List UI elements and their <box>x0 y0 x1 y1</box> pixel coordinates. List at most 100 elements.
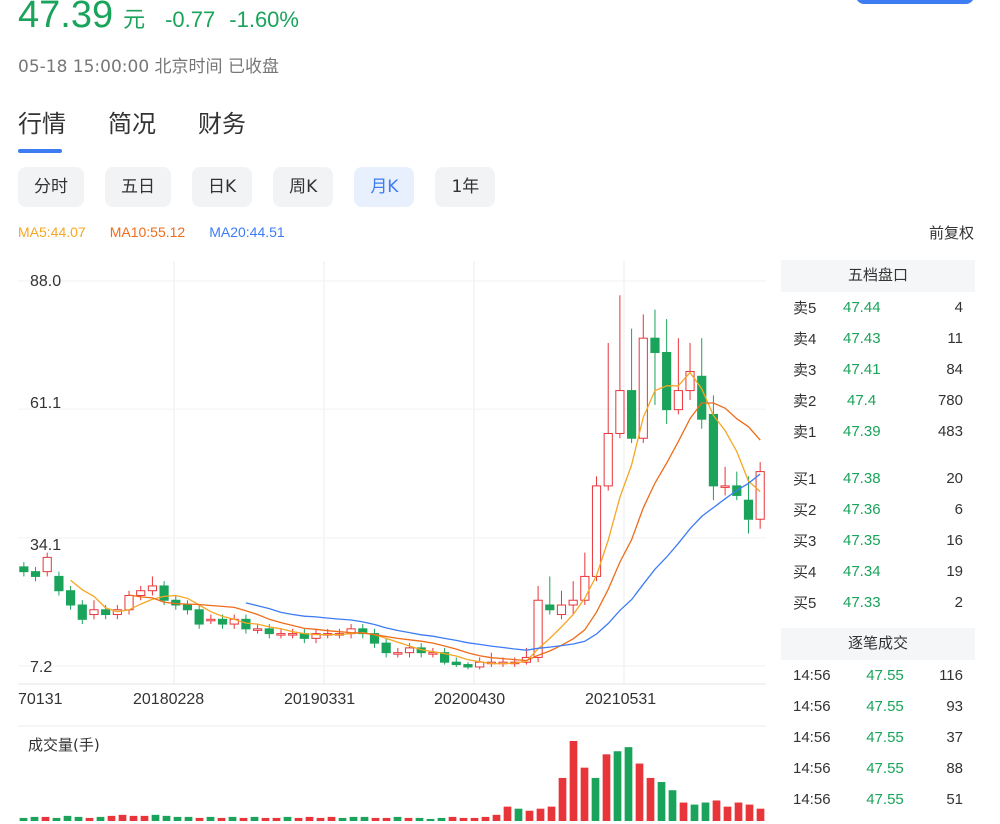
bid-price: 47.35 <box>843 532 881 549</box>
volume-bar <box>272 817 281 821</box>
current-price: 47.39 <box>18 0 114 36</box>
ma10-value: MA10:55.12 <box>109 224 186 240</box>
ask-volume: 780 <box>937 392 963 409</box>
volume-bar <box>723 806 732 821</box>
ask-row: 卖4 47.43 11 <box>781 323 975 354</box>
period-five-day[interactable]: 五日 <box>105 167 171 207</box>
trade-price: 47.55 <box>866 791 904 808</box>
bid-volume: 2 <box>954 594 963 611</box>
x-axis-labels: 70131 20180228 20190331 20200430 2021053… <box>18 691 656 708</box>
ask-label: 卖5 <box>793 300 817 317</box>
tab-quote[interactable]: 行情 <box>18 104 66 153</box>
ask-label: 卖2 <box>793 393 817 410</box>
trade-price: 47.55 <box>866 760 904 777</box>
trade-time: 14:56 <box>793 667 831 684</box>
candle-body <box>545 604 555 611</box>
period-monthly-k[interactable]: 月K <box>354 167 415 207</box>
volume-bar <box>437 817 446 821</box>
period-intraday[interactable]: 分时 <box>18 167 84 207</box>
bid-volume: 16 <box>946 532 963 549</box>
trade-price: 47.55 <box>866 667 904 684</box>
volume-bar <box>327 816 336 821</box>
trade-volume: 51 <box>946 791 963 808</box>
tab-finance[interactable]: 财务 <box>198 104 246 153</box>
candle-body <box>673 390 683 411</box>
kline-chart-svg: 88.0 61.1 34.1 7.2 70131 20180228 201903… <box>18 261 766 821</box>
volume-bar <box>52 817 61 821</box>
volume-bar <box>514 808 523 821</box>
trade-volume: 88 <box>946 760 963 777</box>
candle-body <box>615 390 625 434</box>
period-daily-k[interactable]: 日K <box>192 167 253 207</box>
candle-body <box>591 485 602 577</box>
volume-bar <box>613 751 622 821</box>
candle-body <box>697 375 707 420</box>
ask-row: 卖3 47.41 84 <box>781 354 975 385</box>
trade-time: 14:56 <box>793 760 831 777</box>
x-tick-label: 20180228 <box>133 691 204 708</box>
volume-bar <box>283 816 292 821</box>
bid-price: 47.36 <box>843 501 881 518</box>
ask-volume: 84 <box>946 361 963 378</box>
candle-body <box>89 609 99 616</box>
ask-label: 卖4 <box>793 331 817 348</box>
adjust-toggle[interactable]: 前复权 <box>929 222 974 243</box>
bid-row: 买2 47.36 6 <box>781 494 975 525</box>
volume-bar <box>536 808 545 821</box>
candle-body <box>77 604 87 620</box>
bid-row: 买1 47.38 20 <box>781 463 975 494</box>
volume-bar <box>19 817 28 821</box>
volume-bar <box>140 815 149 821</box>
volume-bar <box>558 777 567 821</box>
volume-bar <box>569 741 578 821</box>
candle-body <box>159 585 169 601</box>
trade-volume: 37 <box>946 729 963 746</box>
candle-body <box>264 628 274 635</box>
volume-bar <box>261 817 270 821</box>
price-unit: 元 <box>123 8 146 33</box>
volume-bar <box>96 816 105 821</box>
volume-bar <box>690 804 699 821</box>
period-one-year[interactable]: 1年 <box>435 167 496 207</box>
volume-bar <box>338 817 347 821</box>
candle-body <box>241 618 251 630</box>
volume-bar <box>316 817 325 821</box>
ask-volume: 11 <box>947 330 963 347</box>
ask-price: 47.43 <box>843 330 881 347</box>
candles-group <box>19 295 765 670</box>
bid-price: 47.34 <box>843 563 881 580</box>
candle-body <box>136 590 146 596</box>
bid-volume: 6 <box>954 501 963 518</box>
period-weekly-k[interactable]: 周K <box>273 167 334 207</box>
candle-body <box>404 647 415 654</box>
volume-bar <box>503 806 512 821</box>
volume-bar <box>448 816 457 821</box>
top-action-button[interactable] <box>856 0 974 4</box>
candle-body <box>393 652 403 655</box>
kline-chart[interactable]: 88.0 61.1 34.1 7.2 70131 20180228 201903… <box>0 256 770 824</box>
volume-bar <box>85 817 94 821</box>
main-tabs: 行情 简况 财务 <box>18 104 246 153</box>
candle-body <box>42 556 52 573</box>
candle-body <box>19 566 29 573</box>
volume-bar <box>250 816 259 821</box>
candle-body <box>451 661 461 666</box>
volume-bar <box>305 816 314 821</box>
trade-row: 14:56 47.55 88 <box>781 753 975 784</box>
y-tick-label: 61.1 <box>30 395 61 412</box>
tab-overview[interactable]: 简况 <box>108 104 156 153</box>
candle-body <box>101 609 111 616</box>
trade-price: 47.55 <box>866 729 904 746</box>
volume-bar <box>624 747 633 821</box>
x-tick-label: 20190331 <box>284 691 355 708</box>
candle-body <box>627 390 637 439</box>
candle-body <box>288 633 298 636</box>
volume-bar <box>349 816 358 821</box>
trade-volume: 116 <box>939 667 963 684</box>
volume-bar <box>162 815 171 821</box>
bid-label: 买1 <box>793 471 817 488</box>
volume-bar <box>492 814 501 821</box>
volume-bar <box>426 818 435 821</box>
candle-body <box>463 664 473 668</box>
volume-bar <box>668 790 677 821</box>
